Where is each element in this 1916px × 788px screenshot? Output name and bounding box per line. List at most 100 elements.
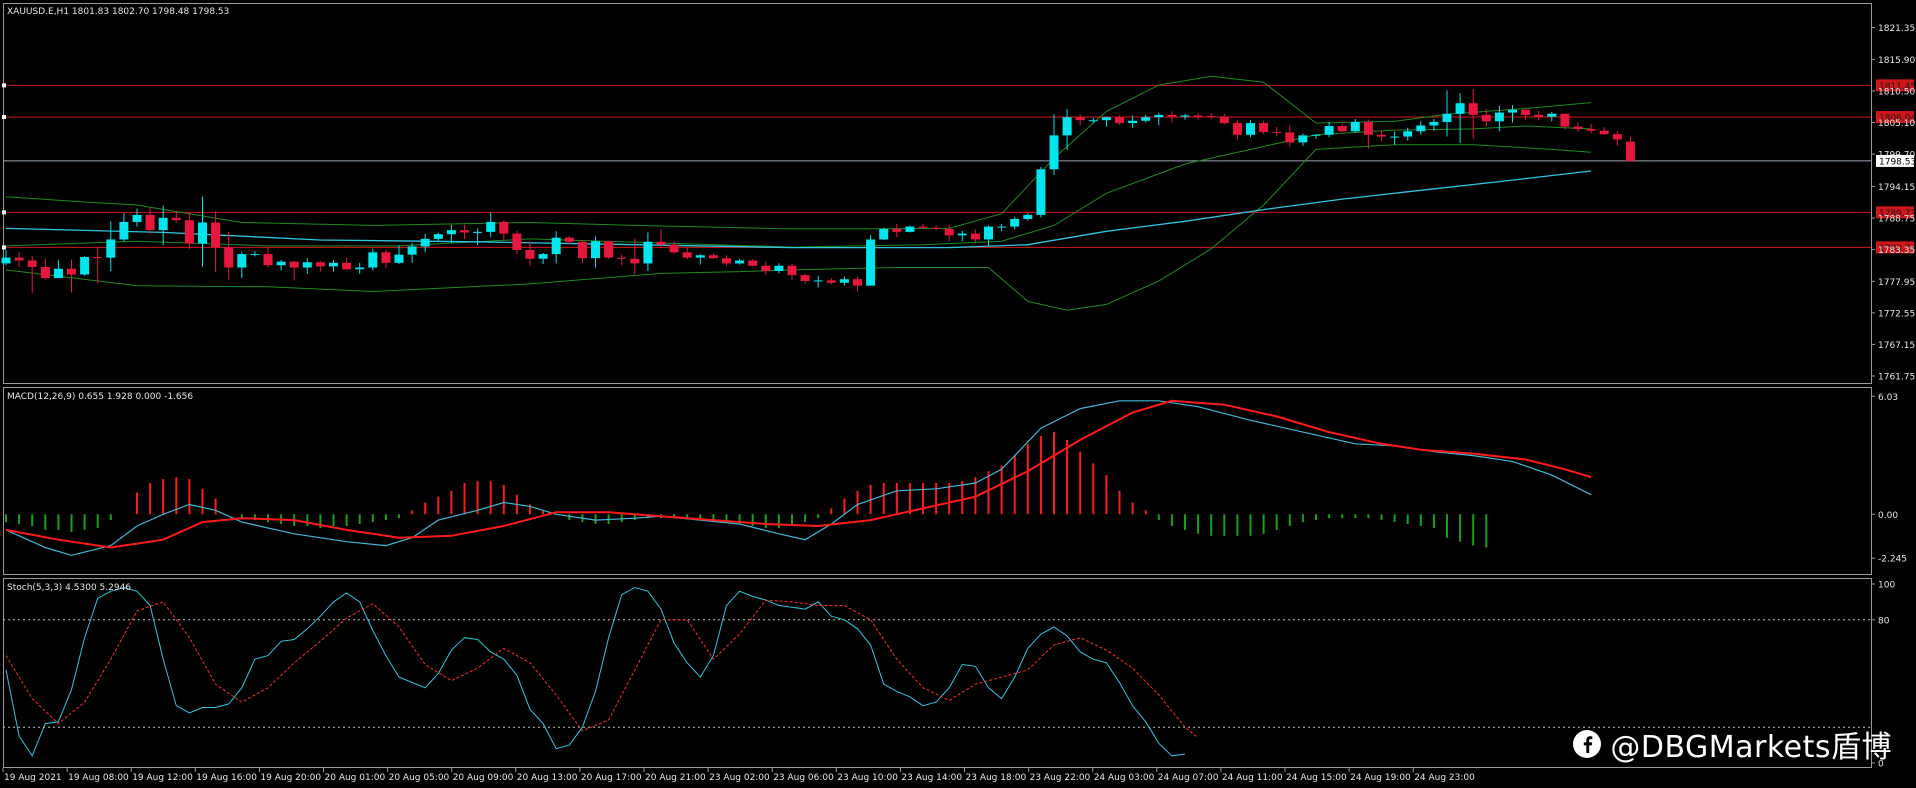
price-tick-label: 1777.95 <box>1878 278 1915 288</box>
candle-body <box>1036 169 1046 215</box>
candle-body <box>761 265 771 272</box>
time-tick-label: 20 Aug 17:00 <box>581 773 642 783</box>
candle-body <box>132 214 142 222</box>
candle-body <box>682 252 692 258</box>
candle-body <box>224 247 234 268</box>
candle-body <box>499 221 509 234</box>
candle-body <box>145 214 155 231</box>
price-tick-label: 1799.70 <box>1878 151 1915 161</box>
candle-body <box>1154 114 1164 118</box>
candle-body <box>564 237 574 242</box>
candle-body <box>1311 134 1321 136</box>
candle-body <box>171 217 181 221</box>
candle-body <box>748 260 758 266</box>
price-tick-label: 1772.55 <box>1878 309 1915 319</box>
candle-body <box>1494 112 1504 122</box>
candle-body <box>1416 125 1426 132</box>
candle-body <box>250 254 260 256</box>
candle-body <box>263 254 273 266</box>
candle-body <box>106 239 116 258</box>
candle-body <box>1180 115 1190 117</box>
time-tick-label: 20 Aug 05:00 <box>389 773 450 783</box>
candle-body <box>407 246 417 255</box>
candle-body <box>892 228 902 232</box>
candle-body <box>1193 115 1203 117</box>
candle-body <box>184 220 194 244</box>
candle-body <box>957 233 967 236</box>
candle-body <box>198 222 207 244</box>
candle-body <box>381 252 391 263</box>
candle-body <box>1455 103 1465 114</box>
time-tick-label: 19 Aug 08:00 <box>68 773 129 783</box>
candle-body <box>1547 113 1557 117</box>
candle-body <box>1062 117 1072 136</box>
candle-body <box>368 252 378 268</box>
candle-body <box>826 280 836 283</box>
candle-body <box>329 262 338 267</box>
time-tick-label: 19 Aug 2021 <box>4 773 62 783</box>
candle-body <box>1625 141 1635 161</box>
candle-body <box>433 234 443 239</box>
level-handle <box>2 83 6 88</box>
candle-body <box>1521 109 1531 115</box>
price-tick-label: 1805.10 <box>1878 119 1915 129</box>
candle-body <box>1508 109 1517 113</box>
candle-body <box>276 261 286 266</box>
candle-body <box>512 233 522 250</box>
candle-body <box>93 257 103 259</box>
candle-body <box>27 260 37 267</box>
candle-body <box>1 257 11 264</box>
level-handle <box>2 245 6 250</box>
candle-body <box>538 254 548 259</box>
candle-body <box>1101 117 1111 121</box>
time-tick-label: 19 Aug 12:00 <box>132 773 193 783</box>
candle-body <box>1363 121 1373 135</box>
candle-body <box>1350 121 1360 132</box>
candle-body <box>1285 132 1295 143</box>
candle-body <box>1599 130 1609 135</box>
candle-body <box>708 255 718 259</box>
time-tick-label: 24 Aug 15:00 <box>1286 773 1347 783</box>
candle-body <box>643 241 653 264</box>
candle-body <box>970 233 980 240</box>
candle-body <box>1573 126 1583 129</box>
candle-body <box>211 222 221 248</box>
candle-body <box>53 268 63 279</box>
candle-body <box>918 226 928 228</box>
candle-body <box>1206 116 1216 118</box>
trading-chart: 1811.451806.041789.731783.741798.53 1821… <box>0 0 1916 788</box>
candle-body <box>656 241 666 245</box>
level-handle <box>2 210 6 215</box>
candle-body <box>591 241 600 259</box>
price-tick-label: 1788.75 <box>1878 215 1915 225</box>
candle-body <box>1429 121 1439 126</box>
macd-tick-label: 6.03 <box>1878 393 1898 403</box>
candle-body <box>1298 135 1308 143</box>
time-tick-label: 20 Aug 13:00 <box>517 773 578 783</box>
candle-body <box>577 241 587 259</box>
watermark-text: @DBGMarkets盾博 <box>1610 730 1892 765</box>
time-tick-label: 23 Aug 02:00 <box>709 773 770 783</box>
time-tick-label: 24 Aug 19:00 <box>1350 773 1411 783</box>
candle-body <box>119 221 129 240</box>
candle-body <box>984 226 993 240</box>
candle-body <box>1259 123 1269 132</box>
candle-body <box>866 239 876 286</box>
candle-body <box>1010 218 1020 227</box>
candle-body <box>40 266 50 279</box>
candle-body <box>1128 120 1138 124</box>
candle-body <box>1534 114 1544 117</box>
candle-body <box>879 228 889 240</box>
candle-body <box>1324 126 1334 135</box>
candle-body <box>486 221 496 232</box>
macd-tick-label: -2.245 <box>1878 555 1907 565</box>
candle-body <box>355 267 365 270</box>
candle-body <box>1023 214 1033 219</box>
macd-tick-label: 0.00 <box>1878 511 1898 521</box>
time-tick-label: 19 Aug 20:00 <box>260 773 321 783</box>
candle-body <box>237 254 247 268</box>
candle-body <box>695 255 705 258</box>
candle-body <box>420 238 430 247</box>
price-panel-header: XAUUSD.E,H1 1801.83 1802.70 1798.48 1798… <box>7 7 229 17</box>
candle-body <box>525 249 535 259</box>
